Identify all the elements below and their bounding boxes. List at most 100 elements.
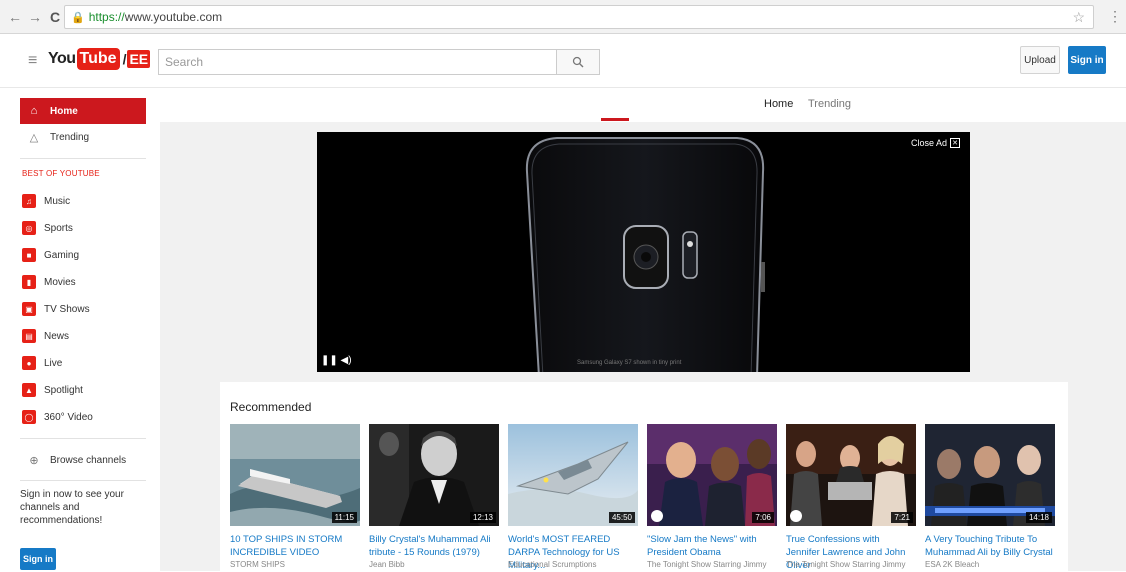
- address-bar[interactable]: 🔒 https:// www.youtube.com ☆: [64, 5, 1094, 29]
- video-thumbnail[interactable]: 7:21: [786, 424, 916, 526]
- sidebar-item-label: Browse channels: [50, 454, 127, 466]
- video-channel[interactable]: The Tonight Show Starring Jimmy: [647, 560, 766, 569]
- sidebar-item-label: TV Shows: [44, 303, 90, 315]
- divider: [20, 158, 146, 159]
- search-button[interactable]: [556, 49, 600, 75]
- volume-icon[interactable]: ◀): [341, 355, 352, 366]
- gaming-icon: ■: [22, 248, 36, 262]
- duration-badge: 12:13: [469, 512, 496, 523]
- duration-badge: 7:06: [752, 512, 774, 523]
- ali-tribute-thumbnail-image: [925, 424, 1055, 526]
- back-icon[interactable]: ←: [6, 8, 24, 26]
- tv-icon: ▣: [22, 302, 36, 316]
- flame-icon: △: [29, 131, 39, 144]
- 360-icon: ◯: [22, 410, 36, 424]
- active-tab-indicator: [601, 118, 629, 121]
- video-thumbnail[interactable]: 7:06: [647, 424, 777, 526]
- duration-badge: 45:50: [608, 512, 635, 523]
- close-ad-button[interactable]: Close Ad ✕: [911, 138, 960, 148]
- phone-image: [525, 137, 765, 372]
- video-channel[interactable]: Educational Scrumptions: [508, 560, 597, 569]
- sidebar-item-browse-channels[interactable]: ⊕ Browse channels: [20, 447, 146, 473]
- best-of-heading: BEST OF YOUTUBE: [22, 169, 100, 178]
- search-input[interactable]: Search: [158, 49, 556, 75]
- video-title[interactable]: 10 TOP SHIPS IN STORM INCREDIBLE VIDEO: [230, 533, 360, 559]
- video-channel[interactable]: The Tonight Show Starring Jimmy: [786, 560, 905, 569]
- billy-crystal-thumbnail-image: [369, 424, 499, 526]
- sidebar-item-360-video[interactable]: ◯ 360° Video: [20, 404, 146, 430]
- tab-trending[interactable]: Trending: [808, 98, 851, 110]
- tab-home[interactable]: Home: [764, 98, 793, 110]
- video-channel[interactable]: Jean Bibb: [369, 560, 405, 569]
- video-thumbnail[interactable]: 11:15: [230, 424, 360, 526]
- sidebar-signin-button[interactable]: Sign in: [20, 548, 56, 570]
- sidebar-item-label: Movies: [44, 276, 76, 288]
- video-title[interactable]: A Very Touching Tribute To Muhammad Ali …: [925, 533, 1055, 559]
- video-title[interactable]: Billy Crystal's Muhammad Ali tribute - 1…: [369, 533, 499, 559]
- masthead-video-player[interactable]: Close Ad ✕ ❚❚ ◀) Samsung Galaxy S7 shown…: [317, 132, 970, 372]
- lock-icon: 🔒: [71, 11, 85, 24]
- add-circle-icon: ⊕: [29, 454, 39, 467]
- ad-caption: Samsung Galaxy S7 shown in tiny print: [577, 360, 682, 366]
- sidebar-item-label: Music: [44, 195, 71, 207]
- reload-icon[interactable]: C: [46, 8, 64, 26]
- sidebar-item-home[interactable]: ⌂ Home: [20, 98, 146, 124]
- sidebar-item-news[interactable]: ▤ News: [20, 323, 146, 349]
- slow-jam-thumbnail-image: [647, 424, 777, 526]
- sidebar-item-trending[interactable]: △ Trending: [20, 124, 146, 150]
- sports-icon: ◎: [22, 221, 36, 235]
- ship-thumbnail-image: [230, 424, 360, 526]
- upload-button[interactable]: Upload: [1020, 46, 1060, 74]
- sidebar-item-label: Home: [50, 105, 78, 117]
- sidebar-item-label: News: [44, 330, 70, 342]
- guide-menu-icon[interactable]: ≡: [28, 52, 37, 70]
- pause-icon[interactable]: ❚❚: [321, 355, 338, 366]
- sidebar-item-label: Trending: [50, 131, 90, 143]
- bookmark-star-icon[interactable]: ☆: [1072, 9, 1085, 26]
- region-badge: / EE: [122, 50, 151, 68]
- url-host: www.youtube.com: [124, 10, 223, 24]
- duration-badge: 11:15: [331, 512, 357, 523]
- video-thumbnail[interactable]: 12:13: [369, 424, 499, 526]
- video-thumbnail[interactable]: 14:18: [925, 424, 1055, 526]
- news-icon: ▤: [22, 329, 36, 343]
- forward-icon[interactable]: →: [26, 8, 44, 26]
- sidebar-item-movies[interactable]: ▮ Movies: [20, 269, 146, 295]
- video-channel[interactable]: STORM SHIPS: [230, 560, 285, 569]
- url-scheme: https://: [88, 10, 125, 24]
- signin-button[interactable]: Sign in: [1068, 46, 1106, 74]
- sidebar-item-label: 360° Video: [44, 411, 93, 423]
- sidebar-item-label: Live: [44, 357, 63, 369]
- sidebar-item-live[interactable]: ● Live: [20, 350, 146, 376]
- signin-note: Sign in now to see your channels and rec…: [20, 489, 124, 526]
- sidebar-item-spotlight[interactable]: ▲ Spotlight: [20, 377, 146, 403]
- duration-badge: 7:21: [891, 512, 913, 523]
- sidebar-item-gaming[interactable]: ■ Gaming: [20, 242, 146, 268]
- video-channel[interactable]: ESA 2K Bleach: [925, 560, 979, 569]
- search-placeholder: Search: [165, 55, 204, 69]
- search-icon: [572, 56, 584, 68]
- shelf-title[interactable]: Recommended: [230, 400, 311, 414]
- feed-tabs: Home Trending: [160, 88, 1126, 122]
- aircraft-thumbnail-image: [508, 424, 638, 526]
- sidebar-item-label: Gaming: [44, 249, 80, 261]
- close-icon: ✕: [950, 138, 960, 148]
- site-header: ≡ You Tube / EE Search Upload Sign in: [0, 34, 1126, 88]
- sidebar-item-sports[interactable]: ◎ Sports: [20, 215, 146, 241]
- browser-toolbar: ← → C 🔒 https:// www.youtube.com ☆ ⋮: [0, 0, 1126, 34]
- video-title[interactable]: "Slow Jam the News" with President Obama: [647, 533, 777, 559]
- sidebar-item-tv-shows[interactable]: ▣ TV Shows: [20, 296, 146, 322]
- movies-icon: ▮: [22, 275, 36, 289]
- sidebar-item-label: Sports: [44, 222, 73, 234]
- video-thumbnail[interactable]: 45:50: [508, 424, 638, 526]
- guide-sidebar: ⌂ Home △ Trending BEST OF YOUTUBE ♫ Musi…: [0, 88, 160, 571]
- home-icon: ⌂: [30, 105, 38, 117]
- duration-badge: 14:18: [1025, 512, 1052, 523]
- spotlight-icon: ▲: [22, 383, 36, 397]
- youtube-logo[interactable]: You Tube / EE: [48, 48, 151, 70]
- live-icon: ●: [22, 356, 36, 370]
- divider: [20, 480, 146, 481]
- close-ad-label: Close Ad: [910, 138, 947, 148]
- sidebar-item-music[interactable]: ♫ Music: [20, 188, 146, 214]
- browser-menu-icon[interactable]: ⋮: [1108, 8, 1122, 25]
